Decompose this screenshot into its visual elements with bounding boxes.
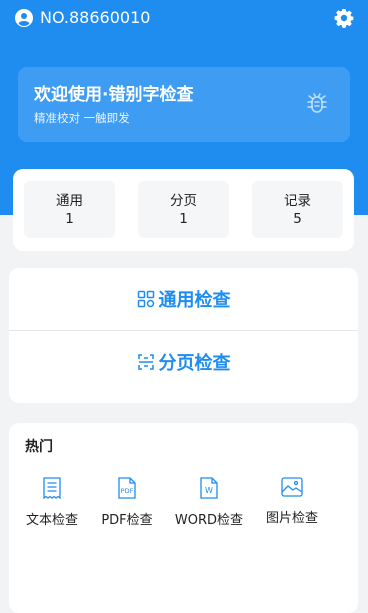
- gear-icon[interactable]: [334, 8, 354, 28]
- top-bar: NO.88660010: [0, 0, 368, 36]
- general-check-label: 通用检查: [158, 290, 231, 311]
- stat-value: 5: [293, 211, 302, 227]
- pdf-icon: PDF: [118, 477, 136, 499]
- check-options-card: 通用检查 分页检查: [9, 268, 358, 403]
- grid-icon: [137, 290, 154, 308]
- image-icon: [281, 477, 303, 497]
- stat-label: 记录: [284, 193, 311, 209]
- image-check-tool[interactable]: 图片检查: [252, 477, 332, 526]
- svg-text:W: W: [205, 486, 213, 495]
- tool-label: WORD检查: [174, 513, 244, 528]
- word-check-tool[interactable]: W WORD检查: [169, 477, 249, 528]
- tool-label: 图片检查: [265, 511, 318, 526]
- banner-subtitle: 精准校对 一触即发: [34, 111, 130, 125]
- text-doc-icon: [43, 477, 61, 499]
- stat-label: 分页: [170, 193, 197, 209]
- banner-title: 欢迎使用·错别字检查: [34, 85, 194, 105]
- page-split-icon: [137, 354, 154, 370]
- account-number: NO.88660010: [40, 8, 151, 27]
- text-check-tool[interactable]: 文本检查: [12, 477, 92, 528]
- svg-text:PDF: PDF: [121, 487, 134, 495]
- word-icon: W: [200, 477, 218, 499]
- tool-label: PDF检查: [101, 513, 153, 528]
- hot-title: 热门: [25, 439, 53, 455]
- hot-section: 热门 文本检查 PDF PDF检查 W WORD检查 图片检查: [9, 423, 358, 613]
- paged-check-button[interactable]: 分页检查: [9, 331, 358, 393]
- stat-paged[interactable]: 分页 1: [138, 181, 229, 238]
- stat-value: 1: [179, 211, 188, 227]
- pdf-check-tool[interactable]: PDF PDF检查: [87, 477, 167, 528]
- stat-records[interactable]: 记录 5: [252, 181, 343, 238]
- stats-card: 通用 1 分页 1 记录 5: [13, 169, 354, 251]
- tool-label: 文本检查: [25, 513, 78, 528]
- user-icon[interactable]: [15, 9, 33, 27]
- stat-label: 通用: [56, 193, 83, 209]
- stat-value: 1: [65, 211, 74, 227]
- paged-check-label: 分页检查: [158, 353, 231, 374]
- welcome-banner: 欢迎使用·错别字检查 精准校对 一触即发: [18, 67, 350, 142]
- bug-icon: [307, 93, 327, 113]
- stat-general[interactable]: 通用 1: [24, 181, 115, 238]
- general-check-button[interactable]: 通用检查: [9, 268, 358, 330]
